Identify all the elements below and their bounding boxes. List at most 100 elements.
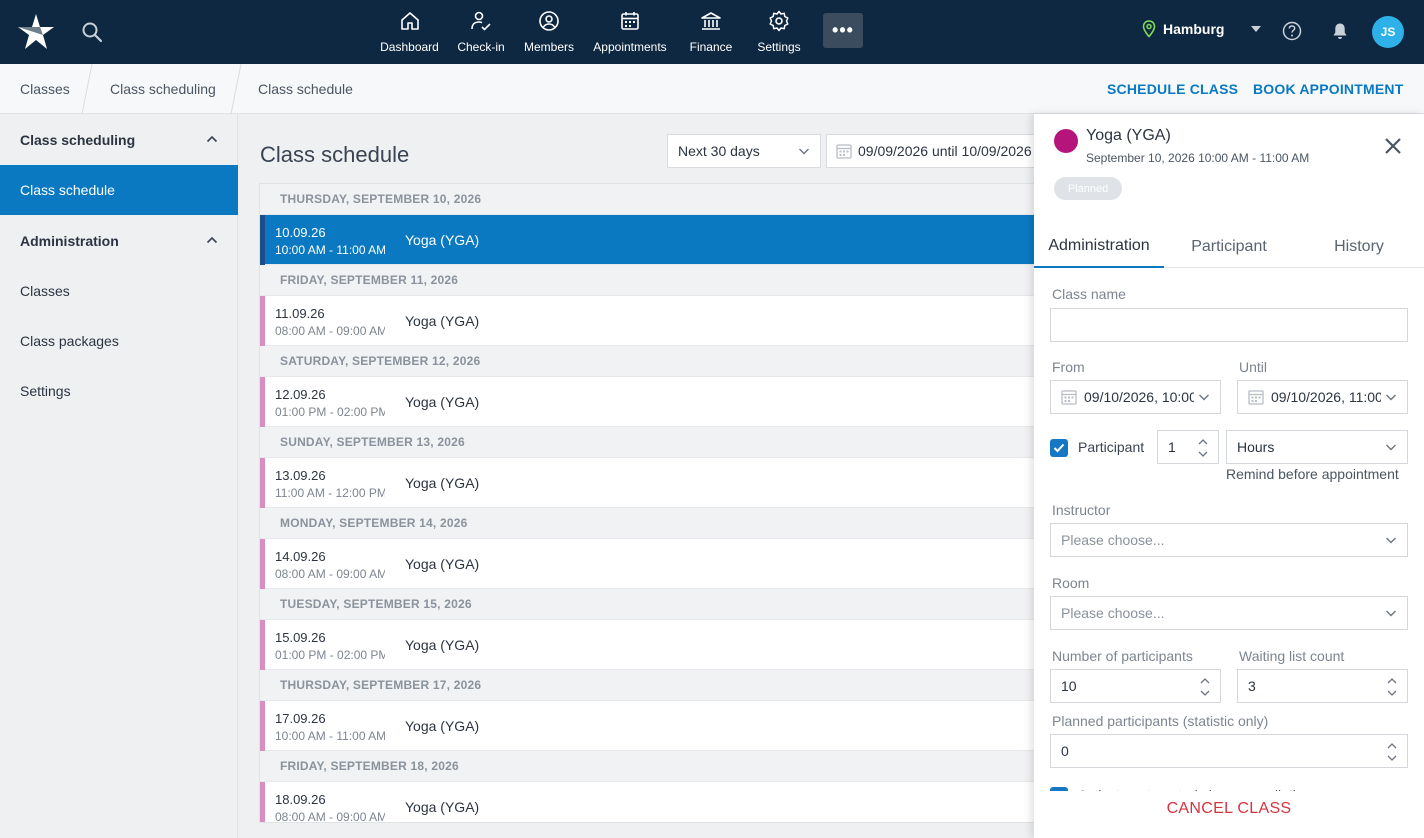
chevron-up-icon (206, 135, 218, 143)
help-icon[interactable] (1281, 20, 1303, 42)
location-name: Hamburg (1163, 21, 1225, 37)
class-date: 13.09.26 (275, 468, 326, 483)
class-time: 10:00 AM - 11:00 AM (275, 729, 385, 743)
panel-tabs: Administration Participant History (1034, 226, 1424, 268)
class-date: 12.09.26 (275, 387, 326, 402)
participants-input[interactable]: 10 (1050, 669, 1221, 703)
reminder-amount-input[interactable]: 1 (1157, 430, 1219, 464)
user-avatar[interactable]: JS (1372, 16, 1404, 48)
close-icon[interactable] (1383, 136, 1403, 156)
instructor-label: Instructor (1052, 502, 1111, 518)
planned-participants-value: 0 (1061, 743, 1069, 759)
day-header: FRIDAY, SEPTEMBER 18, 2026 (260, 751, 1034, 782)
stepper-arrows-icon[interactable] (1199, 675, 1211, 699)
calendar-icon (836, 144, 852, 159)
waitlist-input[interactable]: 3 (1237, 669, 1408, 703)
chevron-up-icon (206, 236, 218, 244)
nav-finance[interactable]: Finance (677, 0, 745, 64)
from-value: 09/10/2026, 10:00 AM (1084, 389, 1194, 405)
stepper-arrows-icon[interactable] (1386, 740, 1398, 764)
calendar-icon (1248, 390, 1264, 405)
class-row[interactable]: 17.09.26 10:00 AM - 11:00 AM Yoga (YGA) (260, 701, 1034, 751)
sidebar-group-administration[interactable]: Administration (0, 216, 238, 266)
class-name: Yoga (YGA) (405, 232, 480, 248)
sidebar-group-label: Administration (20, 233, 119, 249)
location-selector[interactable]: Hamburg (1141, 20, 1262, 38)
room-label: Room (1052, 575, 1090, 591)
class-date: 15.09.26 (275, 630, 326, 645)
class-name: Yoga (YGA) (405, 637, 480, 653)
class-time: 01:00 PM - 02:00 PM (275, 648, 385, 662)
notification-bell-icon[interactable] (1330, 21, 1350, 41)
breadcrumb: Classes Class scheduling Class schedule … (0, 64, 1424, 114)
tab-history[interactable]: History (1294, 226, 1424, 268)
from-datetime-picker[interactable]: 09/10/2026, 10:00 AM (1050, 380, 1221, 414)
room-select[interactable]: Please choose... (1050, 596, 1408, 630)
book-appointment-button[interactable]: BOOK APPOINTMENT (1253, 81, 1403, 97)
sidebar-item-class-schedule[interactable]: Class schedule (0, 165, 238, 215)
class-row[interactable]: 13.09.26 11:00 AM - 12:00 PM Yoga (YGA) (260, 458, 1034, 508)
stepper-arrows-icon[interactable] (1197, 436, 1209, 460)
reminder-hint: Remind before appointment (1226, 466, 1399, 482)
nav-appointments-label: Appointments (593, 40, 667, 54)
planned-participants-input[interactable]: 0 (1050, 734, 1408, 768)
search-icon[interactable] (80, 20, 104, 44)
more-menu-button[interactable]: ••• (823, 13, 863, 48)
logo-star-icon[interactable] (14, 10, 58, 54)
class-row[interactable]: 12.09.26 01:00 PM - 02:00 PM Yoga (YGA) (260, 377, 1034, 427)
tab-administration[interactable]: Administration (1034, 226, 1164, 268)
instructor-select[interactable]: Please choose... (1050, 523, 1408, 557)
sidebar-item-class-packages[interactable]: Class packages (0, 316, 238, 366)
class-name: Yoga (YGA) (405, 718, 480, 734)
class-color-bar (260, 620, 265, 670)
date-range-picker[interactable]: 09/09/2026 until 10/09/2026 (826, 134, 1036, 168)
calendar-icon (1061, 390, 1077, 405)
breadcrumb-separator-icon (81, 64, 93, 114)
nav-check-in[interactable]: Check-in (447, 0, 515, 64)
day-header: THURSDAY, SEPTEMBER 10, 2026 (260, 184, 1034, 215)
sidebar-item-settings[interactable]: Settings (0, 366, 238, 416)
gear-icon (769, 10, 789, 32)
sidebar-item-classes[interactable]: Classes (0, 266, 238, 316)
panel-subtitle: September 10, 2026 10:00 AM - 11:00 AM (1086, 151, 1310, 165)
instructor-placeholder: Please choose... (1061, 532, 1165, 548)
reminder-checkbox[interactable] (1050, 439, 1068, 457)
room-placeholder: Please choose... (1061, 605, 1165, 621)
day-header: FRIDAY, SEPTEMBER 11, 2026 (260, 265, 1034, 296)
until-datetime-picker[interactable]: 09/10/2026, 11:00 AM (1237, 380, 1408, 414)
day-header: MONDAY, SEPTEMBER 14, 2026 (260, 508, 1034, 539)
tab-participant[interactable]: Participant (1164, 226, 1294, 268)
class-row[interactable]: 10.09.26 10:00 AM - 11:00 AM Yoga (YGA) (260, 215, 1034, 265)
user-circle-icon (539, 11, 559, 31)
day-header: SATURDAY, SEPTEMBER 12, 2026 (260, 346, 1034, 377)
class-name: Yoga (YGA) (405, 313, 480, 329)
date-range-value: 09/09/2026 until 10/09/2026 (858, 143, 1032, 159)
class-row[interactable]: 15.09.26 01:00 PM - 02:00 PM Yoga (YGA) (260, 620, 1034, 670)
reminder-checkbox-label: Participant (1078, 439, 1145, 455)
nav-members[interactable]: Members (515, 0, 583, 64)
period-select[interactable]: Next 30 days (667, 134, 821, 168)
class-schedule-list: THURSDAY, SEPTEMBER 10, 2026 10.09.26 10… (259, 183, 1035, 823)
nav-appointments[interactable]: Appointments (583, 0, 677, 64)
cancel-class-button[interactable]: CANCEL CLASS (1034, 800, 1424, 818)
class-row[interactable]: 11.09.26 08:00 AM - 09:00 AM Yoga (YGA) (260, 296, 1034, 346)
breadcrumb-class-scheduling[interactable]: Class scheduling (110, 64, 216, 114)
reminder-unit-select[interactable]: Hours (1226, 430, 1408, 464)
day-header: SUNDAY, SEPTEMBER 13, 2026 (260, 427, 1034, 458)
status-badge: Planned (1054, 177, 1122, 200)
class-name-field[interactable] (1050, 308, 1408, 342)
day-header: TUESDAY, SEPTEMBER 15, 2026 (260, 589, 1034, 620)
sidebar-item-label: Class packages (20, 333, 119, 349)
schedule-class-button[interactable]: SCHEDULE CLASS (1107, 81, 1238, 97)
stepper-arrows-icon[interactable] (1386, 675, 1398, 699)
sidebar-group-class-scheduling[interactable]: Class scheduling (0, 115, 238, 165)
class-time: 11:00 AM - 12:00 PM (275, 486, 385, 500)
class-row[interactable]: 14.09.26 08:00 AM - 09:00 AM Yoga (YGA) (260, 539, 1034, 589)
breadcrumb-classes[interactable]: Classes (20, 64, 70, 114)
class-row[interactable]: 18.09.26 08:00 AM - 09:00 AM Yoga (YGA) (260, 782, 1034, 822)
chevron-down-icon (1386, 610, 1396, 617)
class-color-bar (260, 701, 265, 751)
nav-dashboard[interactable]: Dashboard (372, 0, 447, 64)
main-nav: Dashboard Check-in Members Appointments … (372, 0, 813, 64)
nav-settings[interactable]: Settings (745, 0, 813, 64)
